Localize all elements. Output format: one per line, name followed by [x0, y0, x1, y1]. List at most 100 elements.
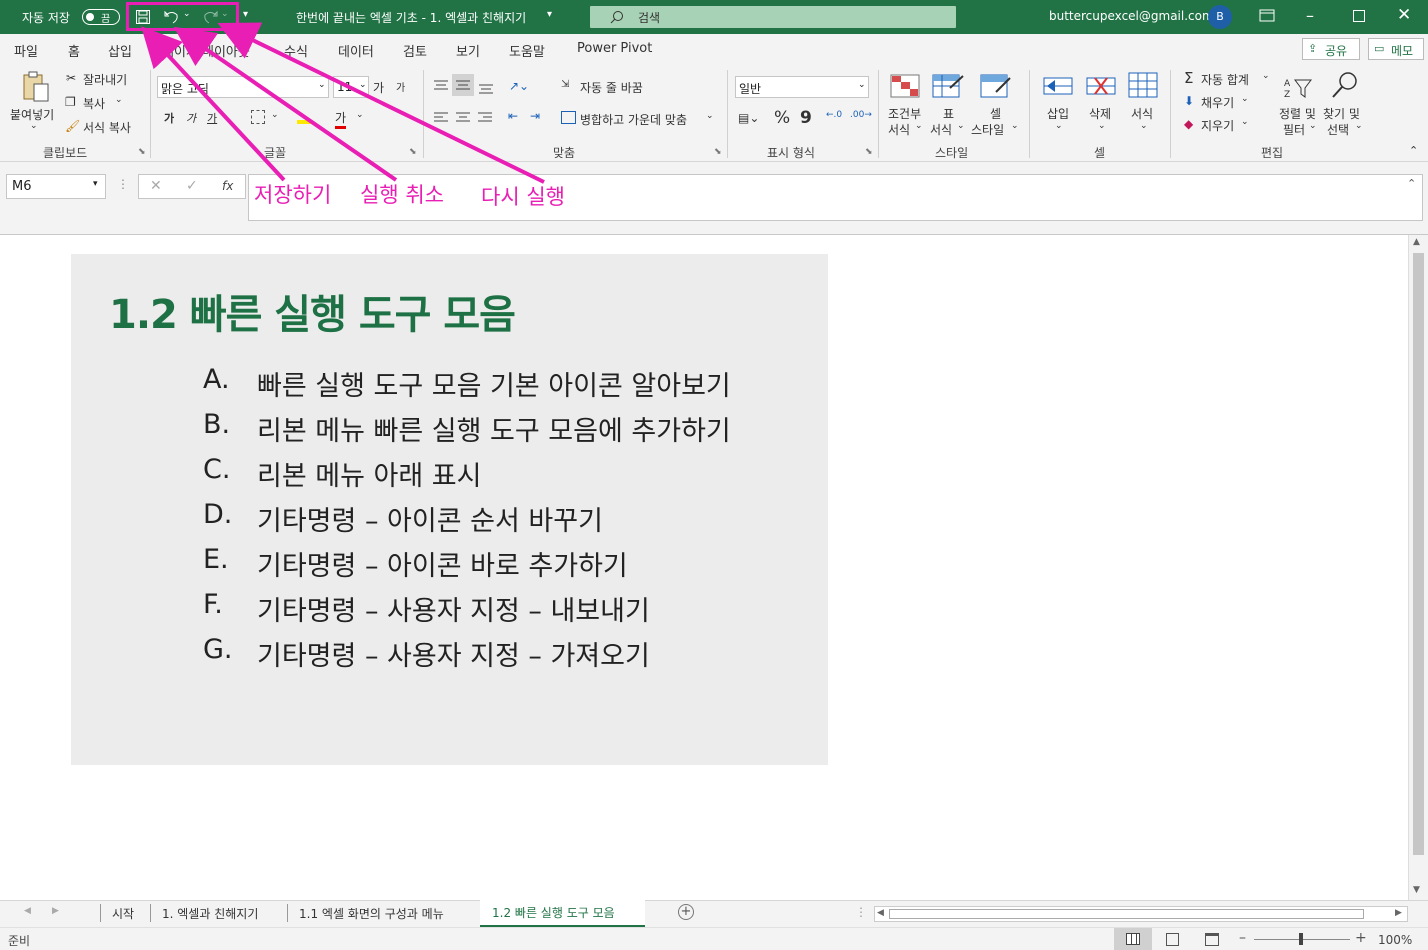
sheet-tab-1-1[interactable]: 1.1 엑셀 화면의 구성과 메뉴 — [299, 905, 444, 922]
find-select-button[interactable]: 찾기 및 — [1323, 105, 1360, 122]
add-sheet-icon[interactable]: + — [678, 904, 694, 920]
find-select-icon[interactable] — [1330, 70, 1360, 100]
tab-help[interactable]: 도움말 — [509, 41, 545, 60]
eraser-icon[interactable]: ◆ — [1184, 117, 1193, 131]
fill-dropdown-icon[interactable]: ⌄ — [1241, 94, 1249, 104]
align-right-icon[interactable] — [477, 112, 493, 124]
align-left-icon[interactable] — [433, 112, 449, 124]
conditional-dropdown-icon[interactable]: ⌄ — [915, 121, 923, 131]
font-shrink-button[interactable]: 가 — [396, 79, 405, 94]
cut-icon[interactable]: ✂ — [66, 71, 76, 85]
insert-cells-button[interactable]: 삽입 — [1047, 105, 1069, 122]
prev-sheet-icon[interactable]: ◀ — [24, 906, 31, 916]
minimize-icon[interactable]: – — [1306, 6, 1314, 25]
document-title[interactable]: 한번에 끝내는 엑셀 기초 - 1. 엑셀과 친해지기 — [296, 9, 526, 26]
font-color-button[interactable]: 가 — [335, 109, 347, 129]
search-box[interactable]: 검색 — [590, 6, 956, 28]
vertical-scrollbar[interactable]: ▲ ▼ — [1408, 235, 1428, 901]
alignment-launcher-icon[interactable]: ⬊ — [714, 147, 722, 157]
fill-button[interactable]: 채우기 — [1201, 94, 1234, 111]
page-layout-icon[interactable] — [1166, 933, 1179, 946]
share-button[interactable]: ⇪ 공유 — [1302, 38, 1360, 60]
underline-button[interactable]: 가 — [207, 110, 217, 126]
format-dropdown-icon[interactable]: ⌄ — [1140, 121, 1148, 131]
tab-view[interactable]: 보기 — [456, 41, 480, 60]
format-cells-icon[interactable] — [1128, 72, 1158, 100]
merge-icon[interactable] — [561, 111, 576, 124]
scroll-left-icon[interactable]: ◀ — [877, 908, 884, 918]
align-top-icon[interactable] — [433, 80, 449, 92]
cell-styles-button[interactable]: 셀 — [990, 105, 1001, 122]
sort-filter-button[interactable]: 정렬 및 — [1279, 105, 1316, 122]
orientation-icon[interactable]: ↗⌄ — [509, 79, 529, 93]
comma-button[interactable]: 9 — [800, 108, 812, 128]
delete-cells-button[interactable]: 삭제 — [1089, 105, 1111, 122]
cell-styles-dropdown-icon[interactable]: ⌄ — [1011, 121, 1019, 131]
font-grow-button[interactable]: 가 — [373, 79, 384, 96]
align-middle-icon[interactable] — [452, 74, 474, 96]
zoom-in-icon[interactable]: + — [1355, 930, 1367, 946]
format-cells-button[interactable]: 서식 — [1131, 105, 1153, 122]
sheet-tab-1-2-active[interactable]: 1.2 빠른 실행 도구 모음 — [480, 900, 645, 927]
decrease-indent-icon[interactable]: ⇤ — [508, 109, 518, 123]
worksheet[interactable]: 1.2 빠른 실행 도구 모음 A. 빠른 실행 도구 모음 기본 아이콘 알아보… — [0, 234, 1428, 901]
align-center-icon[interactable] — [455, 112, 471, 124]
name-box[interactable]: M6 ▾ — [6, 174, 106, 199]
horizontal-scrollbar[interactable]: ◀ ▶ — [874, 906, 1408, 922]
copy-button[interactable]: 복사 — [83, 95, 105, 112]
zoom-out-icon[interactable]: – — [1239, 930, 1246, 946]
sheet-tab-1[interactable]: 1. 엑셀과 친해지기 — [162, 905, 258, 922]
autosum-icon[interactable]: Σ — [1184, 69, 1193, 87]
align-bottom-icon[interactable] — [478, 82, 494, 94]
paste-dropdown-icon[interactable]: ⌄ — [30, 121, 38, 131]
format-painter-icon[interactable]: 🖌 — [65, 119, 80, 133]
cell-styles-icon[interactable] — [980, 74, 1012, 100]
splitter-icon[interactable]: ⋮ — [855, 905, 867, 919]
format-painter-button[interactable]: 서식 복사 — [83, 119, 131, 136]
autosave-toggle[interactable]: 끔 — [82, 9, 120, 25]
tab-page-layout[interactable]: 페이지 레이아웃 — [162, 41, 250, 60]
copy-icon[interactable]: ❐ — [65, 95, 76, 109]
wrap-text-icon[interactable]: ⇲ — [561, 79, 569, 90]
insert-cells-icon[interactable] — [1043, 74, 1075, 98]
hscroll-thumb[interactable] — [889, 909, 1364, 919]
redo-dropdown-icon[interactable]: ⌄ — [221, 9, 229, 19]
border-dropdown-icon[interactable]: ⌄ — [271, 110, 279, 120]
clear-button[interactable]: 지우기 — [1201, 117, 1234, 134]
decrease-decimal-icon[interactable]: .00→ — [850, 110, 872, 120]
find-dropdown-icon[interactable]: ⌄ — [1355, 121, 1363, 131]
accounting-format-icon[interactable]: ▤⌄ — [738, 111, 759, 125]
table-dropdown-icon[interactable]: ⌄ — [957, 121, 965, 131]
fill-icon[interactable]: ⬇ — [1184, 94, 1194, 108]
tab-review[interactable]: 검토 — [403, 41, 427, 60]
cut-button[interactable]: 잘라내기 — [83, 71, 127, 88]
increase-indent-icon[interactable]: ⇥ — [530, 109, 540, 123]
paste-icon[interactable] — [20, 70, 52, 104]
zoom-thumb[interactable] — [1299, 933, 1303, 945]
next-sheet-icon[interactable]: ▶ — [52, 906, 59, 916]
border-icon[interactable] — [251, 110, 265, 124]
close-icon[interactable]: ✕ — [1397, 5, 1411, 25]
tab-data[interactable]: 데이터 — [338, 41, 374, 60]
save-icon[interactable] — [135, 9, 151, 25]
font-size-select[interactable]: 11 ⌄ — [333, 76, 369, 98]
format-as-table-button[interactable]: 표 — [943, 105, 954, 122]
maximize-icon[interactable] — [1353, 10, 1365, 22]
title-dropdown-icon[interactable]: ▾ — [547, 9, 552, 20]
sheet-tab-start[interactable]: 시작 — [112, 905, 134, 922]
font-color-dropdown-icon[interactable]: ⌄ — [356, 110, 364, 120]
insert-dropdown-icon[interactable]: ⌄ — [1055, 121, 1063, 131]
clipboard-launcher-icon[interactable]: ⬊ — [138, 147, 146, 157]
avatar[interactable]: B — [1208, 5, 1232, 29]
undo-icon[interactable] — [164, 9, 180, 25]
scroll-up-icon[interactable]: ▲ — [1413, 237, 1420, 247]
tab-home[interactable]: 홈 — [68, 41, 80, 66]
enter-icon[interactable]: ✓ — [186, 178, 198, 194]
page-break-icon[interactable] — [1205, 933, 1219, 946]
customize-qat-icon[interactable]: ▾ — [243, 9, 248, 20]
italic-button[interactable]: 가 — [186, 110, 196, 126]
ribbon-display-icon[interactable] — [1259, 9, 1275, 23]
insert-function-button[interactable]: fx — [222, 179, 233, 193]
memo-button[interactable]: ▭ 메모 — [1368, 38, 1424, 60]
conditional-formatting-icon[interactable] — [890, 74, 920, 98]
